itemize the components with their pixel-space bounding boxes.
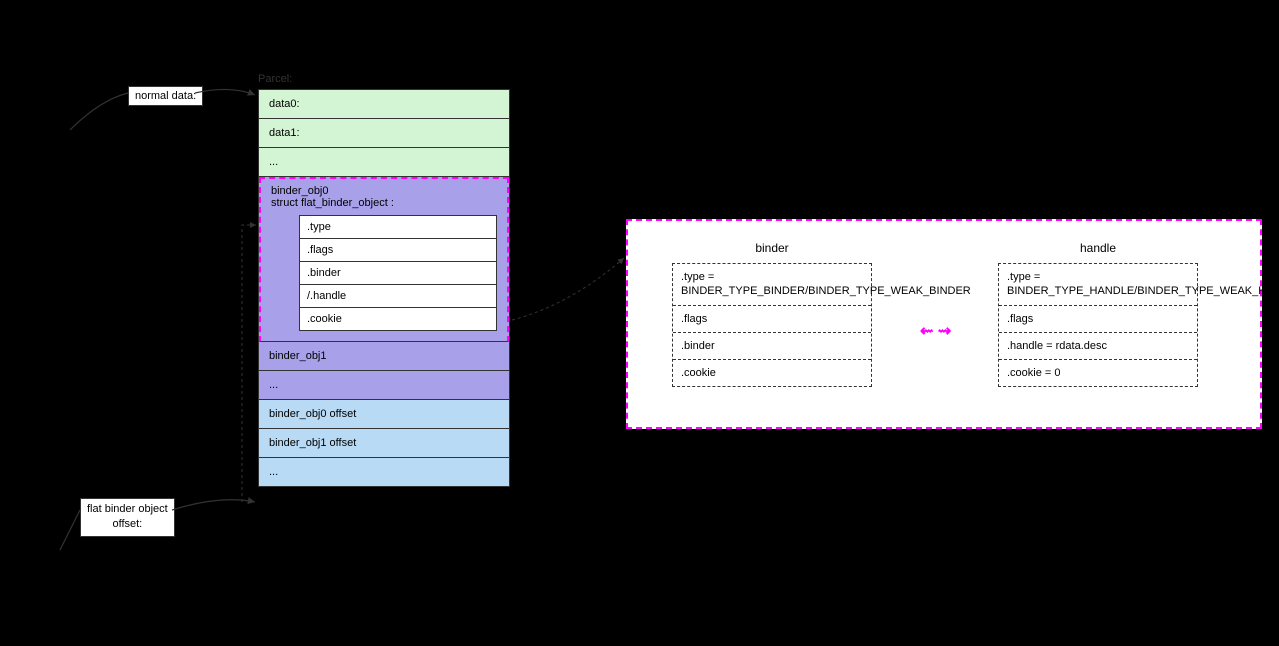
- field-flags: .flags: [300, 239, 496, 262]
- cell-offset0: binder_obj0 offset: [259, 400, 509, 429]
- handle-dashed-box: .type = BINDER_TYPE_HANDLE/BINDER_TYPE_W…: [998, 263, 1198, 387]
- cell-binder-obj1: binder_obj1: [259, 342, 509, 371]
- binder-type: .type = BINDER_TYPE_BINDER/BINDER_TYPE_W…: [673, 264, 871, 306]
- binder-flags: .flags: [673, 306, 871, 333]
- binder-dashed-box: .type = BINDER_TYPE_BINDER/BINDER_TYPE_W…: [672, 263, 872, 387]
- detail-box: binder .type = BINDER_TYPE_BINDER/BINDER…: [626, 219, 1262, 429]
- field-cookie: .cookie: [300, 308, 496, 330]
- binder-binder: .binder: [673, 333, 871, 360]
- label-flat-binder: flat binder object offset:: [80, 498, 175, 537]
- field-handle: /.handle: [300, 285, 496, 308]
- binder-obj0-title: binder_obj0: [271, 185, 497, 197]
- detail-handle-col: handle .type = BINDER_TYPE_HANDLE/BINDER…: [998, 241, 1198, 387]
- field-binder: .binder: [300, 262, 496, 285]
- cell-data0: data0:: [259, 90, 509, 119]
- binder-cookie: .cookie: [673, 360, 871, 386]
- detail-binder-col: binder .type = BINDER_TYPE_BINDER/BINDER…: [672, 241, 872, 387]
- cell-data1: data1:: [259, 119, 509, 148]
- parcel-stack: data0: data1: ... binder_obj0 struct fla…: [258, 89, 510, 487]
- double-arrow-icon: ⇜ ⇝: [920, 321, 951, 341]
- handle-handle: .handle = rdata.desc: [999, 333, 1197, 360]
- label-normal-data: normal data:: [128, 86, 203, 106]
- handle-flags: .flags: [999, 306, 1197, 333]
- parcel-label: Parcel:: [258, 73, 292, 85]
- cell-offset1: binder_obj1 offset: [259, 429, 509, 458]
- handle-col-title: handle: [998, 241, 1198, 255]
- cell-dots2: ...: [259, 371, 509, 400]
- handle-type: .type = BINDER_TYPE_HANDLE/BINDER_TYPE_W…: [999, 264, 1197, 306]
- label-flat-text: flat binder object offset:: [87, 503, 168, 530]
- field-type: .type: [300, 216, 496, 239]
- cell-dots1: ...: [259, 148, 509, 177]
- cell-dots3: ...: [259, 458, 509, 486]
- handle-cookie: .cookie = 0: [999, 360, 1197, 386]
- flat-binder-fields: .type .flags .binder /.handle .cookie: [299, 215, 497, 331]
- binder-col-title: binder: [672, 241, 872, 255]
- binder-obj0-sub: struct flat_binder_object :: [271, 197, 497, 209]
- cell-binder-obj0: binder_obj0 struct flat_binder_object : …: [259, 177, 509, 342]
